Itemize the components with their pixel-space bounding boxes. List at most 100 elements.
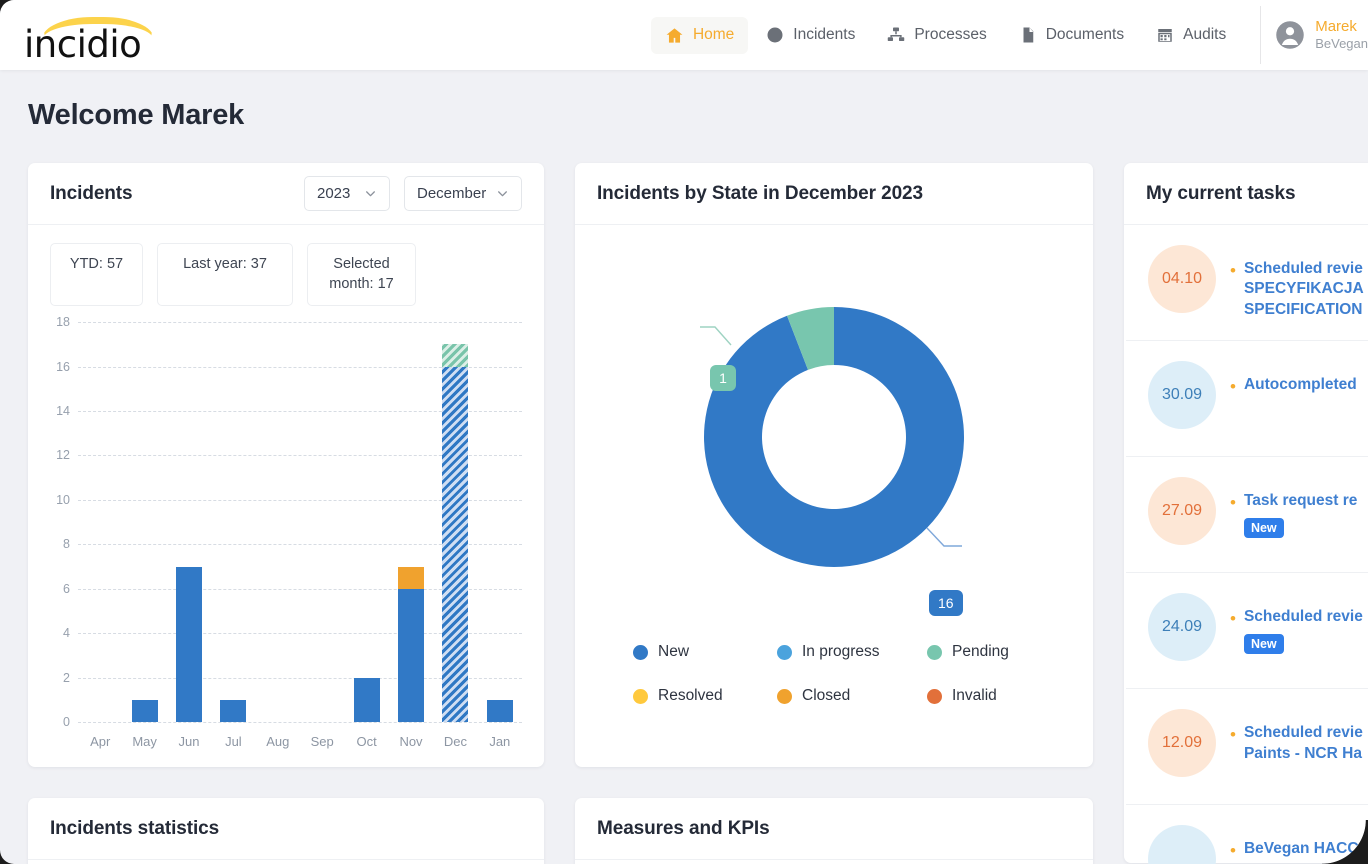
x-axis-tick-label: Sep	[310, 734, 334, 750]
task-list-item[interactable]: 27.09 • Task request re New	[1126, 457, 1368, 574]
stat-pill-selected-month: Selected month: 17	[307, 243, 416, 307]
task-list-item[interactable]: 04.10 • Scheduled revie SPECYFIKACJA SPECIF…	[1126, 225, 1368, 342]
task-date-badge: 04.10	[1148, 245, 1216, 313]
legend-item-in-progress[interactable]: In progress	[777, 643, 927, 661]
task-date-badge: 30.09	[1148, 361, 1216, 430]
tasks-card-title: My current tasks	[1146, 182, 1296, 204]
page-title: Welcome Marek	[28, 99, 245, 131]
user-org: BeVegan	[1315, 36, 1368, 52]
measures-kpis-card: Measures and KPIs	[575, 798, 1093, 864]
bar-column[interactable]	[122, 322, 166, 723]
task-list: 04.10 • Scheduled revie SPECYFIKACJA SPECIF…	[1124, 225, 1368, 864]
nav-item-documents[interactable]: Documents	[1005, 17, 1138, 53]
x-axis-tick-label: Jun	[178, 734, 200, 750]
donut-legend: New In progress Pending Resolved Closed Inval…	[633, 643, 1033, 705]
donut-card-body: 1 16 New In progress Pending Resolved Closed…	[575, 225, 1093, 765]
bar-column[interactable]	[389, 322, 433, 723]
month-select-value: December	[417, 185, 487, 202]
x-axis-tick-label: Aug	[266, 734, 290, 750]
window-corner-mask	[1322, 820, 1368, 864]
logo-text: incidio	[24, 23, 142, 66]
y-axis-tick-label: 0	[63, 715, 70, 730]
legend-item-closed[interactable]: Closed	[777, 687, 927, 705]
y-axis-tick-label: 16	[56, 359, 70, 374]
incidents-filters: 2023 December	[304, 176, 522, 211]
clock-icon	[766, 26, 784, 44]
y-axis-tick-label: 12	[56, 448, 70, 463]
nav-item-home[interactable]: Home	[650, 16, 749, 54]
task-body: • Scheduled revie Paints - NCR Ha	[1230, 709, 1363, 764]
bar-column[interactable]	[211, 322, 255, 723]
bar-column[interactable]	[256, 322, 300, 722]
legend-item-pending[interactable]: Pending	[927, 643, 1057, 661]
bar-segment-new	[131, 699, 158, 723]
legend-item-invalid[interactable]: Invalid	[927, 687, 1057, 705]
bar-segment-new	[220, 699, 247, 723]
task-body: • Scheduled revie SPECYFIKACJA SPECIFICATI…	[1230, 245, 1364, 320]
app-logo[interactable]: incidio	[20, 11, 154, 66]
y-axis-tick-label: 4	[63, 626, 70, 641]
legend-label: In progress	[802, 643, 880, 660]
bar-column[interactable]	[78, 322, 122, 722]
leader-line-new	[926, 527, 962, 547]
task-list-item[interactable]: 12.09 • Scheduled revie Paints - NCR Ha	[1126, 689, 1368, 806]
sitemap-icon	[887, 26, 905, 44]
donut-chart-svg	[700, 307, 964, 567]
bar-segment-new	[397, 588, 424, 723]
nav-item-processes-label: Processes	[914, 26, 987, 43]
nav-item-incidents[interactable]: Incidents	[752, 17, 869, 53]
task-title-line: Paints - NCR Ha	[1243, 744, 1362, 762]
user-identity: Marek BeVegan	[1315, 18, 1368, 53]
bar-column[interactable]	[478, 322, 522, 723]
bullet-icon: •	[1230, 725, 1236, 745]
legend-color-dot	[633, 688, 648, 704]
stat-pill-ytd: YTD: 57	[50, 243, 143, 307]
chevron-down-icon	[364, 187, 377, 200]
y-axis-tick-label: 14	[56, 404, 70, 418]
legend-label: New	[658, 643, 690, 660]
task-link[interactable]: Scheduled revie Paints - NCR Ha	[1244, 723, 1363, 764]
bar-segment-new	[353, 677, 380, 723]
task-link[interactable]: Scheduled revie New	[1243, 607, 1363, 654]
task-link[interactable]: Scheduled revie SPECYFIKACJA SPECIFICATIO…	[1244, 259, 1364, 320]
x-axis-tick-label: Apr	[90, 734, 111, 750]
bar-chart-plot-area	[78, 322, 522, 723]
bar-column[interactable]	[344, 322, 388, 723]
task-list-item[interactable]: 24.09 • Scheduled revie New	[1126, 573, 1368, 690]
main-nav: Home Incidents Processes Documents Audit…	[650, 6, 1262, 64]
legend-label: Closed	[802, 687, 851, 704]
incidents-statistics-card: Incidents statistics	[28, 798, 544, 864]
bar-segment-new	[486, 699, 513, 723]
task-list-item[interactable]: 30.09 • Autocompleted	[1126, 341, 1368, 458]
x-axis-tick-label: May	[132, 734, 157, 750]
task-link[interactable]: Autocompleted	[1244, 375, 1357, 395]
app-window: incidio Home Incidents Processes Documen…	[0, 0, 1368, 864]
bar-column[interactable]	[167, 322, 211, 723]
nav-item-processes[interactable]: Processes	[873, 17, 1000, 53]
incidents-card-title: Incidents	[50, 182, 133, 204]
task-link[interactable]: Task request re New	[1243, 491, 1357, 538]
bar-column[interactable]	[300, 322, 344, 722]
month-select[interactable]: December	[404, 176, 522, 211]
year-select[interactable]: 2023	[304, 176, 390, 211]
user-menu[interactable]: Marek BeVegan	[1275, 18, 1368, 53]
legend-color-dot	[633, 644, 648, 660]
stat-pill-last-year: Last year: 37	[157, 243, 293, 307]
x-axis-tick-label: Dec	[443, 734, 467, 750]
legend-color-dot	[777, 688, 792, 704]
incidents-card-header: Incidents 2023 December	[28, 163, 544, 225]
legend-item-new[interactable]: New	[633, 643, 777, 661]
incidents-statistics-title: Incidents statistics	[50, 817, 220, 839]
user-avatar-icon	[1275, 20, 1305, 50]
document-icon	[1019, 26, 1037, 44]
legend-item-resolved[interactable]: Resolved	[633, 687, 777, 705]
task-body: • Task request re New	[1230, 477, 1357, 538]
bullet-icon: •	[1230, 377, 1236, 397]
bullet-icon: •	[1230, 841, 1236, 861]
nav-item-audits[interactable]: Audits	[1142, 17, 1240, 53]
legend-label: Pending	[952, 643, 1009, 660]
bullet-icon: •	[1230, 261, 1236, 280]
incidents-bar-chart: 0 2 4 6 8 10 12 14 16 18 Apr May Jun Jul Aug Sep Oct Nov…	[44, 315, 528, 762]
measures-kpis-header: Measures and KPIs	[575, 798, 1093, 860]
bar-column[interactable]	[433, 322, 477, 723]
